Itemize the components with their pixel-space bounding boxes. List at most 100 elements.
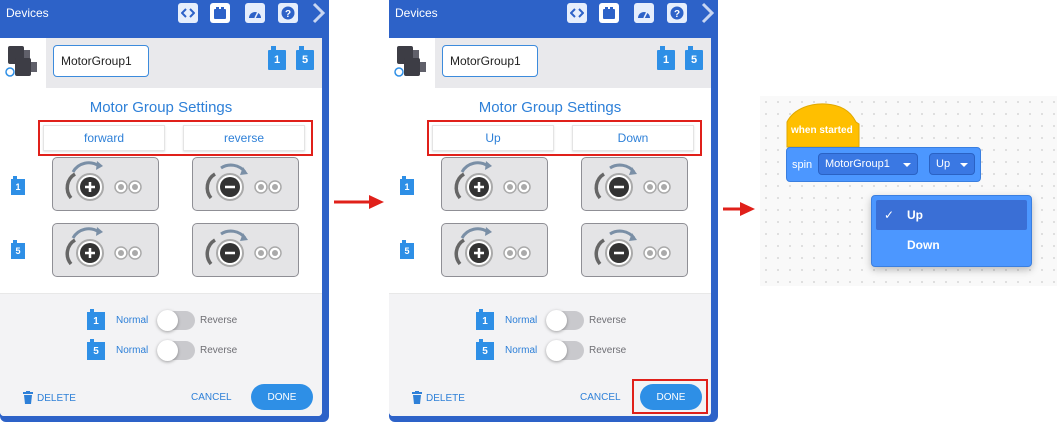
motor-group-card: MotorGroup1 1 5 Motor Group Settings Up …	[389, 38, 711, 416]
code-button[interactable]	[567, 3, 587, 23]
reverse-toggle-5[interactable]	[157, 340, 195, 361]
reverse-toggle-1[interactable]	[157, 310, 195, 331]
help-icon: ?	[281, 6, 295, 20]
motor-1-forward-button[interactable]	[441, 157, 548, 211]
chevron-down-icon	[903, 163, 911, 167]
top-bar: Devices ?	[389, 0, 718, 28]
menu-item-down[interactable]: Down	[876, 230, 1027, 260]
when-started-block[interactable]	[786, 100, 860, 148]
top-bar: Devices ?	[0, 0, 329, 28]
device-tab[interactable]	[389, 38, 435, 88]
section-title: Motor Group Settings	[478, 99, 622, 116]
minus-icon	[205, 163, 282, 201]
reverse-port-5: 5	[87, 339, 105, 360]
port-badge-1: 1	[268, 46, 286, 70]
normal-label: Normal	[116, 315, 149, 326]
direction-dropdown[interactable]: Up	[929, 153, 975, 175]
menu-item-label: Down	[907, 238, 940, 252]
done-button[interactable]: DONE	[251, 384, 313, 410]
arrow-right-icon	[723, 202, 755, 216]
dashboard-button[interactable]	[634, 3, 654, 23]
cancel-button[interactable]: CANCEL	[191, 392, 232, 403]
menu-item-up[interactable]: ✓ Up	[876, 200, 1027, 230]
plus-icon	[454, 227, 531, 267]
chevron-down-icon	[960, 163, 968, 167]
direction-highlight: forward reverse	[38, 120, 313, 156]
chevron-right-icon[interactable]	[699, 2, 715, 24]
reverse-toggle-1[interactable]	[546, 310, 584, 331]
port-badge-5: 5	[296, 46, 314, 70]
svg-text:?: ?	[285, 9, 291, 20]
devices-button[interactable]	[599, 3, 619, 23]
motor-group-icon	[5, 46, 37, 77]
motor-dropdown-value: MotorGroup1	[825, 158, 890, 170]
code-button[interactable]	[178, 3, 198, 23]
reverse-row-5: 5 Normal Reverse	[87, 339, 247, 361]
device-tab[interactable]	[0, 38, 46, 88]
motor-5-reverse-button[interactable]	[192, 223, 299, 277]
motor-1-reverse-button[interactable]	[192, 157, 299, 211]
port-row-1: 1	[400, 176, 414, 195]
devices-icon	[214, 7, 226, 19]
dashboard-icon	[638, 11, 650, 19]
plus-icon	[65, 161, 142, 201]
direction-right-label[interactable]: reverse	[183, 125, 305, 151]
devices-panel-before: Devices ? MotorGroup1 1 5 Motor Group Se…	[0, 0, 329, 422]
device-header: MotorGroup1 1 5	[0, 38, 322, 88]
devices-button[interactable]	[210, 3, 230, 23]
dashboard-button[interactable]	[245, 3, 265, 23]
delete-button[interactable]: DELETE	[22, 390, 76, 406]
delete-label: DELETE	[37, 392, 76, 404]
chevron-right-icon[interactable]	[310, 2, 326, 24]
plus-icon	[65, 227, 142, 267]
direction-dropdown-value: Up	[936, 158, 951, 170]
motor-5-reverse-button[interactable]	[581, 223, 688, 277]
reverse-port-5: 5	[476, 339, 494, 360]
arrow-right-icon	[334, 195, 384, 209]
motor-1-forward-button[interactable]	[52, 157, 159, 211]
dashboard-icon	[249, 11, 261, 19]
reverse-toggle-5[interactable]	[546, 340, 584, 361]
normal-label: Normal	[505, 345, 538, 356]
panel-title: Devices	[6, 6, 49, 20]
minus-icon	[205, 229, 282, 267]
port-row-5: 5	[11, 240, 25, 259]
port-row-5: 5	[400, 240, 414, 259]
motor-5-forward-button[interactable]	[52, 223, 159, 277]
direction-left-label[interactable]: Up	[432, 125, 554, 151]
port-badge-5: 5	[685, 46, 703, 70]
reverse-label: Reverse	[200, 345, 238, 356]
motor-dropdown[interactable]: MotorGroup1	[818, 153, 918, 175]
port-row-1: 1	[11, 176, 25, 195]
reverse-label: Reverse	[589, 345, 627, 356]
devices-panel-after: Devices ? MotorGroup1 1 5 Motor Group Se…	[389, 0, 718, 422]
port-badge-1: 1	[657, 46, 675, 70]
direction-right-label[interactable]: Down	[572, 125, 694, 151]
help-button[interactable]: ?	[667, 3, 687, 23]
motor-group-icon	[394, 46, 426, 77]
done-button[interactable]: DONE	[640, 384, 702, 410]
direction-left-label[interactable]: forward	[43, 125, 165, 151]
delete-label: DELETE	[426, 392, 465, 404]
normal-label: Normal	[505, 315, 538, 326]
plus-icon	[454, 161, 531, 201]
minus-icon	[594, 229, 671, 267]
direction-menu: ✓ Up Down	[871, 195, 1032, 267]
trash-icon	[23, 391, 33, 404]
devices-icon	[603, 7, 615, 19]
delete-button[interactable]: DELETE	[411, 390, 465, 406]
device-header: MotorGroup1 1 5	[389, 38, 711, 88]
device-name-field[interactable]: MotorGroup1	[442, 45, 538, 77]
device-name-field[interactable]: MotorGroup1	[53, 45, 149, 77]
help-button[interactable]: ?	[278, 3, 298, 23]
section-title: Motor Group Settings	[89, 99, 233, 116]
svg-text:?: ?	[674, 9, 680, 20]
panel-title: Devices	[395, 6, 438, 20]
when-started-label: when started	[791, 125, 853, 136]
cancel-button[interactable]: CANCEL	[580, 392, 621, 403]
reverse-label: Reverse	[589, 315, 627, 326]
motor-1-reverse-button[interactable]	[581, 157, 688, 211]
reverse-row-1: 1 Normal Reverse	[476, 309, 636, 331]
check-icon: ✓	[884, 208, 895, 222]
motor-5-forward-button[interactable]	[441, 223, 548, 277]
